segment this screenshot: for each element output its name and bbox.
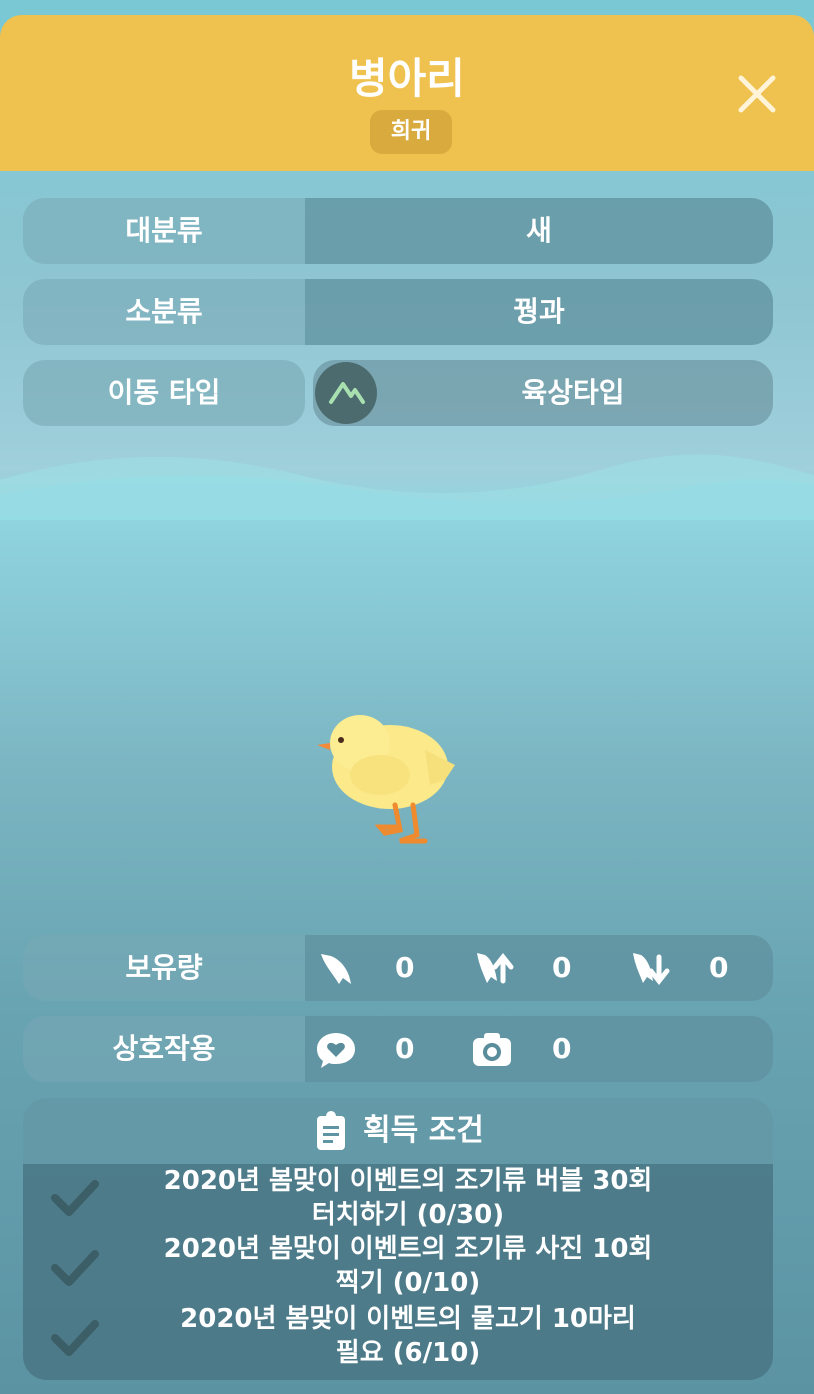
chick-image	[317, 715, 455, 844]
subcategory-label: 소분류	[125, 295, 203, 328]
move-type-value: 육상타입	[521, 376, 625, 409]
conditions-header: 획득 조건	[23, 1098, 773, 1164]
fish-count: 0	[395, 951, 415, 984]
category-row: 대분류 새	[23, 198, 773, 264]
fish-down-icon	[633, 953, 670, 986]
check-icon	[51, 1320, 99, 1356]
detail-header: 병아리 희귀	[0, 15, 814, 171]
wave-decoration	[0, 454, 814, 520]
close-icon[interactable]	[735, 72, 779, 116]
interaction-label: 상호작용	[112, 1032, 216, 1065]
conditions-list: 2020년 봄맞이 이벤트의 조기류 버블 30회 터치하기 (0/30) 20…	[23, 1164, 773, 1380]
acquisition-conditions: 획득 조건 2020년 봄맞이 이벤트의 조기류 버블 30회 터치하기 (0/…	[23, 1098, 773, 1380]
check-icon	[51, 1250, 99, 1286]
interaction-row: 상호작용 0 0	[23, 1016, 773, 1082]
photo-count: 0	[552, 1032, 572, 1065]
camera-icon	[473, 1033, 511, 1066]
holdings-values: 0 0 0	[305, 935, 773, 1001]
chat-heart-icon	[317, 1033, 355, 1068]
heart-count: 0	[395, 1032, 415, 1065]
fish-down-count: 0	[709, 951, 729, 984]
fish-up-count: 0	[552, 951, 572, 984]
fish-up-icon	[477, 952, 514, 984]
condition-item-3: 2020년 봄맞이 이벤트의 물고기 10마리 필요 (6/10)	[180, 1304, 636, 1368]
condition-item-1: 2020년 봄맞이 이벤트의 조기류 버블 30회 터치하기 (0/30)	[163, 1166, 653, 1230]
fish-icon	[321, 954, 351, 984]
holdings-label: 보유량	[125, 951, 203, 984]
subcategory-value: 꿩과	[305, 279, 773, 345]
interaction-values: 0 0	[305, 1016, 773, 1082]
page-title: 병아리	[349, 54, 465, 103]
category-value: 새	[305, 198, 773, 264]
rarity-badge: 희귀	[370, 110, 452, 154]
mountain-icon	[315, 362, 377, 424]
holdings-row: 보유량 0 0 0	[23, 935, 773, 1001]
category-label: 대분류	[125, 214, 203, 247]
clipboard-icon	[317, 1111, 345, 1150]
condition-item-2: 2020년 봄맞이 이벤트의 조기류 사진 10회 찍기 (0/10)	[163, 1234, 653, 1298]
move-type-label: 이동 타입	[23, 360, 305, 426]
subcategory-row: 소분류 꿩과	[23, 279, 773, 345]
check-icon	[51, 1180, 99, 1216]
conditions-title: 획득 조건	[363, 1113, 484, 1148]
move-type-value-box: 육상타입	[313, 360, 773, 426]
